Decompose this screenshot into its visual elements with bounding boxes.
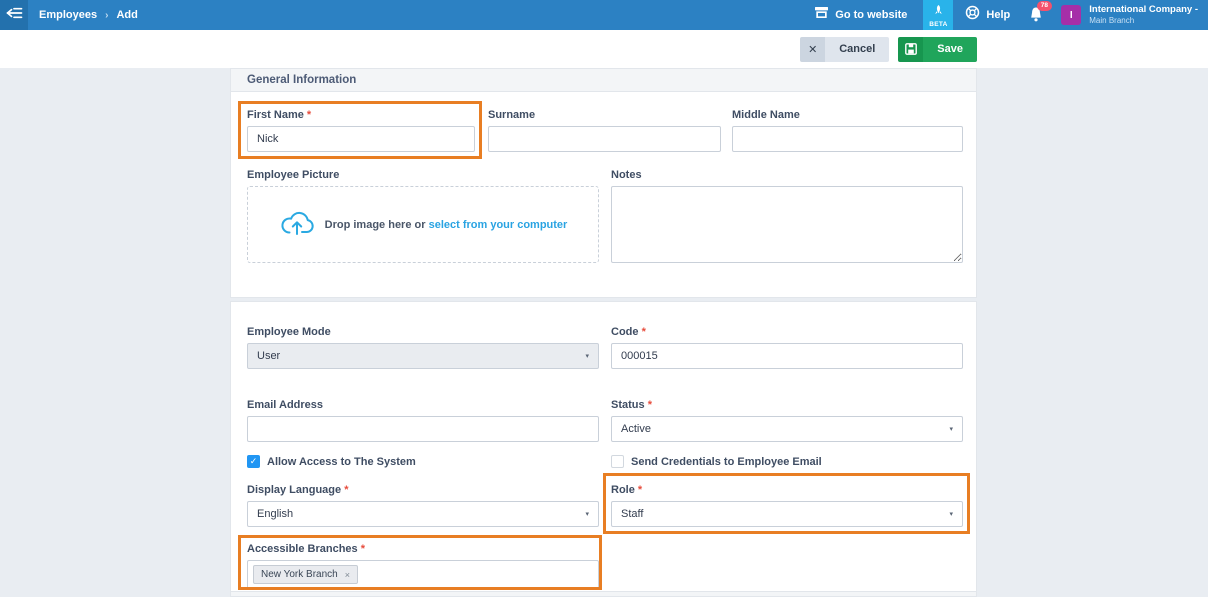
status-value: Active (621, 423, 651, 435)
role-label: Role (611, 484, 635, 496)
display-language-select[interactable]: English ▾ (247, 501, 599, 527)
help-button[interactable]: Help (965, 5, 1010, 25)
middle-name-field: Middle Name (732, 109, 963, 152)
breadcrumb-employees[interactable]: Employees (39, 9, 97, 21)
email-field: Email Address (247, 399, 599, 442)
chevron-down-icon: ▾ (585, 352, 589, 360)
code-label: Code (611, 326, 639, 338)
required-asterisk: * (307, 109, 311, 121)
surname-label: Surname (488, 109, 721, 121)
status-field: Status * Active ▾ (611, 399, 963, 442)
checkbox-unchecked-icon[interactable] (611, 455, 624, 468)
checkbox-checked-icon[interactable]: ✓ (247, 455, 260, 468)
status-select[interactable]: Active ▾ (611, 416, 963, 442)
employee-mode-label: Employee Mode (247, 326, 599, 338)
role-field: Role * Staff ▾ (611, 484, 963, 527)
help-label: Help (986, 9, 1010, 21)
surname-field: Surname (488, 109, 721, 152)
go-to-website-button[interactable]: Go to website (814, 6, 907, 24)
company-name: International Company - (1089, 5, 1198, 16)
status-label: Status (611, 399, 645, 411)
bell-icon (1028, 10, 1044, 27)
topbar-right-group: Go to website BETA Help (814, 0, 1208, 30)
notifications-button[interactable]: 78 (1028, 6, 1045, 24)
company-branch: Main Branch (1089, 16, 1198, 25)
collapse-sidebar-button[interactable] (0, 0, 28, 30)
beta-label: BETA (929, 21, 947, 28)
save-button-label: Save (923, 37, 977, 62)
storefront-icon (814, 6, 829, 24)
next-section-header-edge (231, 591, 976, 596)
accessible-branches-field: Accessible Branches * New York Branch × (247, 543, 599, 589)
notes-textarea[interactable] (611, 186, 963, 263)
breadcrumb-add: Add (116, 9, 137, 21)
email-input[interactable] (247, 416, 599, 442)
employee-mode-value: User (257, 350, 280, 362)
cancel-button[interactable]: ✕ Cancel (800, 37, 889, 62)
remove-tag-icon[interactable]: × (345, 570, 350, 580)
allow-access-label: Allow Access to The System (267, 456, 416, 468)
required-asterisk: * (344, 484, 348, 496)
branches-multiselect[interactable]: New York Branch × (247, 560, 599, 589)
middle-name-label: Middle Name (732, 109, 963, 121)
chevron-down-icon: ▾ (949, 425, 953, 433)
top-navigation-bar: Employees › Add Go to website BETA (0, 0, 1208, 30)
save-disk-icon (898, 37, 923, 62)
section-title: General Information (247, 74, 356, 86)
accessible-branches-label: Accessible Branches (247, 543, 358, 555)
branch-tag-label: New York Branch (261, 569, 338, 580)
employee-picture-label: Employee Picture (247, 169, 599, 181)
collapse-sidebar-icon (6, 6, 23, 24)
surname-input[interactable] (488, 126, 721, 152)
email-label: Email Address (247, 399, 599, 411)
display-language-value: English (257, 508, 293, 520)
required-asterisk: * (361, 543, 365, 555)
first-name-label: First Name (247, 109, 304, 121)
required-asterisk: * (648, 399, 652, 411)
notes-label: Notes (611, 169, 963, 181)
allow-access-checkbox-row[interactable]: ✓ Allow Access to The System (247, 455, 416, 468)
required-asterisk: * (638, 484, 642, 496)
company-menu[interactable]: International Company - Main Branch (1089, 5, 1198, 25)
notes-field: Notes (611, 169, 963, 268)
required-asterisk: * (642, 326, 646, 338)
employee-mode-select[interactable]: User ▾ (247, 343, 599, 369)
employee-picture-field: Employee Picture Drop image here or sele… (247, 169, 599, 263)
close-icon: ✕ (800, 37, 825, 62)
notification-count-badge: 78 (1037, 1, 1051, 11)
go-to-website-label: Go to website (835, 9, 907, 21)
chevron-down-icon: ▾ (585, 510, 589, 518)
first-name-field: First Name * (247, 109, 475, 152)
image-dropzone[interactable]: Drop image here or select from your comp… (247, 186, 599, 263)
employee-settings-card: Employee Mode User ▾ Code * Email Addres… (230, 301, 977, 597)
send-credentials-label: Send Credentials to Employee Email (631, 456, 822, 468)
save-button[interactable]: Save (898, 37, 977, 62)
section-header: General Information (231, 69, 976, 92)
form-action-toolbar: ✕ Cancel Save (0, 30, 1208, 68)
employee-mode-field: Employee Mode User ▾ (247, 326, 599, 369)
display-language-label: Display Language (247, 484, 341, 496)
display-language-field: Display Language * English ▾ (247, 484, 599, 527)
company-avatar[interactable]: I (1061, 5, 1081, 25)
send-credentials-checkbox-row[interactable]: Send Credentials to Employee Email (611, 455, 822, 468)
code-field: Code * (611, 326, 963, 369)
middle-name-input[interactable] (732, 126, 963, 152)
select-from-computer-link[interactable]: select from your computer (429, 219, 568, 231)
drop-image-text: Drop image here or (325, 219, 426, 231)
role-select[interactable]: Staff ▾ (611, 501, 963, 527)
cancel-button-label: Cancel (825, 37, 889, 62)
branch-tag: New York Branch × (253, 565, 358, 584)
first-name-input[interactable] (247, 126, 475, 152)
rocket-icon (934, 2, 943, 20)
general-information-card: General Information First Name * Surname… (230, 68, 977, 298)
help-buoy-icon (965, 5, 980, 25)
breadcrumb-separator-icon: › (105, 10, 108, 21)
code-input[interactable] (611, 343, 963, 369)
cloud-upload-icon (279, 209, 315, 241)
chevron-down-icon: ▾ (949, 510, 953, 518)
breadcrumb: Employees › Add (39, 9, 138, 21)
beta-badge[interactable]: BETA (923, 0, 953, 30)
role-value: Staff (621, 508, 643, 520)
